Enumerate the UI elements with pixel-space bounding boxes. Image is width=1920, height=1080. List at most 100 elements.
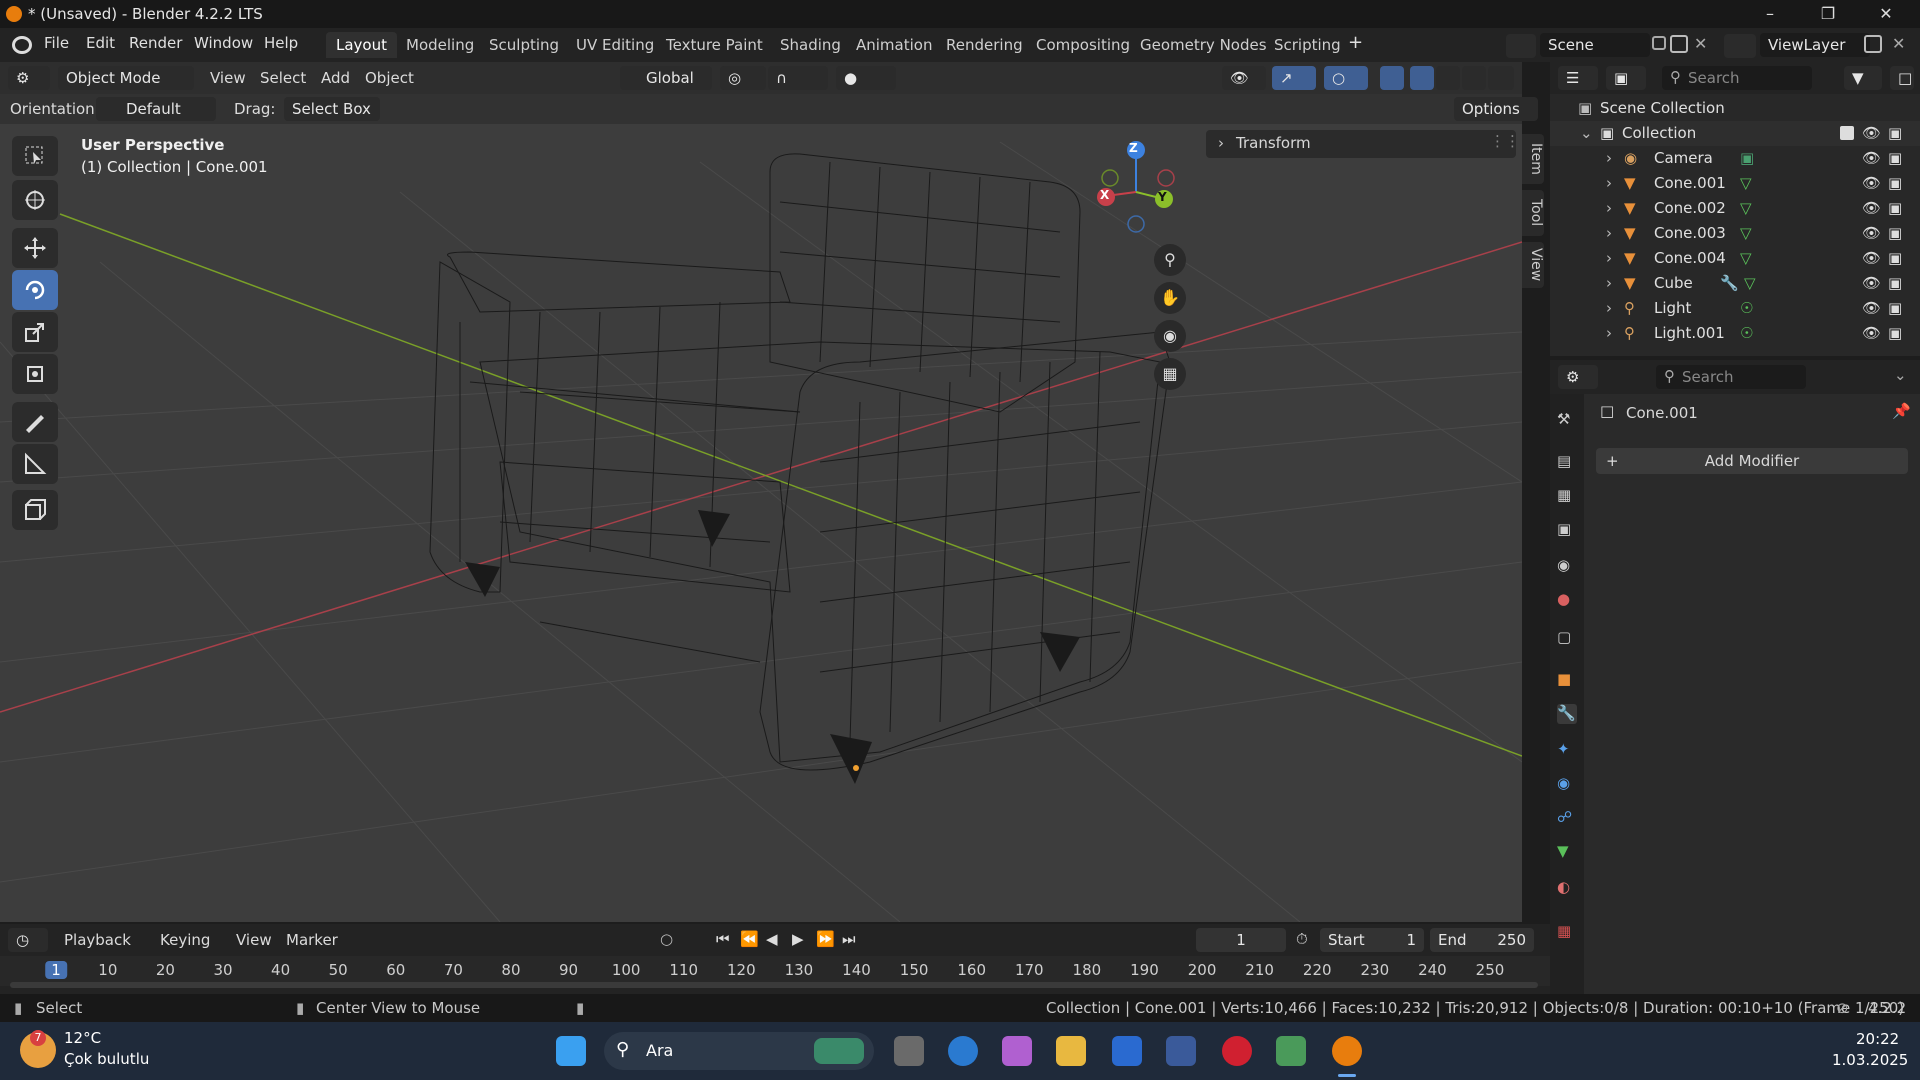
menu-view[interactable]: View	[210, 66, 246, 90]
outliner-collection[interactable]: ⌄ ▣ Collection 👁 ▣	[1550, 121, 1920, 146]
tab-modeling[interactable]: Modeling	[396, 32, 484, 58]
render-camera-icon[interactable]: ▣	[1888, 121, 1902, 146]
render-camera-icon[interactable]: ▣	[1888, 246, 1902, 271]
tab-compositing[interactable]: Compositing	[1026, 32, 1140, 58]
chevron-right-icon[interactable]: ›	[1606, 221, 1612, 246]
view-layer-field[interactable]: ViewLayer	[1760, 33, 1870, 57]
prev-keyframe-icon[interactable]: ⏪	[740, 930, 759, 948]
eye-icon[interactable]: 👁	[1862, 321, 1881, 346]
eye-icon[interactable]: 👁	[1862, 296, 1881, 321]
render-camera-icon[interactable]: ▣	[1888, 321, 1902, 346]
opera-icon[interactable]	[1222, 1036, 1252, 1066]
wireframe-shading-icon[interactable]	[1410, 66, 1434, 90]
data-tab-icon[interactable]: ▼	[1557, 842, 1577, 862]
outliner-item[interactable]: › ⚲ Light.001 ☉ 👁 ▣	[1550, 321, 1920, 346]
gizmo-toggle-icon[interactable]: ↗	[1272, 66, 1316, 90]
rotate-tool[interactable]	[12, 270, 58, 310]
modifier-tab-icon[interactable]: 🔧	[1557, 704, 1577, 724]
copilot-icon[interactable]	[1002, 1036, 1032, 1066]
outliner-item[interactable]: › ▼ Cone.001 ▽ 👁 ▣	[1550, 171, 1920, 196]
zoom-icon[interactable]: ⚲	[1154, 244, 1186, 276]
play-icon[interactable]: ▶	[792, 930, 804, 948]
tab-scripting[interactable]: Scripting	[1264, 32, 1351, 58]
transform-tool[interactable]	[12, 354, 58, 394]
camera-view-icon[interactable]: ◉	[1154, 320, 1186, 352]
transform-panel[interactable]: › Transform ⋮⋮	[1206, 130, 1520, 158]
select-box-tool[interactable]	[12, 136, 58, 176]
gizmo-z-label[interactable]: Z	[1129, 141, 1138, 155]
scene-tab-icon[interactable]: ◉	[1557, 556, 1577, 576]
material-tab-icon[interactable]: ◐	[1557, 878, 1577, 898]
outliner-item[interactable]: › ◉ Camera ▣ 👁 ▣	[1550, 146, 1920, 171]
timeline-scrollbar[interactable]	[10, 982, 1538, 988]
xray-toggle-icon[interactable]	[1380, 66, 1404, 90]
eye-icon[interactable]: 👁	[1862, 221, 1881, 246]
drag-handle-icon[interactable]: ⋮⋮	[1490, 132, 1520, 150]
eye-icon[interactable]: 👁	[1862, 246, 1881, 271]
menu-window[interactable]: Window	[194, 34, 253, 52]
constraints-tab-icon[interactable]: ☍	[1557, 808, 1577, 828]
outliner-item[interactable]: › ▼ Cone.002 ▽ 👁 ▣	[1550, 196, 1920, 221]
editor-type-icon[interactable]: ⚙	[8, 66, 50, 90]
output-tab-icon[interactable]: ▦	[1557, 486, 1577, 506]
tab-geometry-nodes[interactable]: Geometry Nodes	[1130, 32, 1277, 58]
drag-dropdown[interactable]: Select Box	[284, 97, 380, 121]
menu-file[interactable]: File	[44, 34, 69, 52]
scene-name-field[interactable]: Scene	[1540, 33, 1650, 57]
exclude-checkbox[interactable]	[1840, 126, 1854, 140]
options-dropdown[interactable]: Options	[1454, 97, 1538, 121]
texture-tab-icon[interactable]: ▦	[1557, 922, 1577, 942]
chevron-down-icon[interactable]: ⌄	[1580, 121, 1593, 146]
end-frame-field[interactable]: End 250	[1430, 928, 1534, 952]
outliner-item[interactable]: › ⚲ Light ☉ 👁 ▣	[1550, 296, 1920, 321]
add-modifier-button[interactable]: + Add Modifier	[1596, 448, 1908, 474]
proportional-edit-icon[interactable]: ●	[836, 66, 896, 90]
render-camera-icon[interactable]: ▣	[1888, 171, 1902, 196]
play-reverse-icon[interactable]: ◀	[766, 930, 778, 948]
auto-keying-icon[interactable]: ○	[660, 930, 673, 948]
edge-icon[interactable]	[948, 1036, 978, 1066]
display-mode-icon[interactable]: ▣	[1606, 66, 1646, 90]
chevron-right-icon[interactable]: ›	[1606, 196, 1612, 221]
chevron-right-icon[interactable]: ›	[1606, 171, 1612, 196]
windows-start-icon[interactable]	[556, 1036, 586, 1066]
store-icon[interactable]	[1166, 1036, 1196, 1066]
chevron-down-icon[interactable]: ⌄	[1894, 366, 1907, 384]
chevron-right-icon[interactable]: ›	[1606, 246, 1612, 271]
task-view-icon[interactable]	[894, 1036, 924, 1066]
chevron-right-icon[interactable]: ›	[1606, 146, 1612, 171]
add-cube-tool[interactable]	[12, 490, 58, 530]
eye-icon[interactable]: 👁	[1862, 121, 1881, 146]
pivot-point-icon[interactable]: ◎	[720, 66, 766, 90]
timeline-editor-type-icon[interactable]: ◷	[8, 928, 48, 952]
close-button[interactable]: ✕	[1866, 2, 1906, 26]
taskbar-search[interactable]: ⚲ Ara	[604, 1032, 874, 1070]
eye-icon[interactable]: 👁	[1862, 196, 1881, 221]
delete-scene-icon[interactable]: ✕	[1694, 34, 1707, 53]
world-tab-icon[interactable]: ●	[1557, 590, 1577, 610]
menu-keying[interactable]: Keying	[160, 928, 210, 952]
tool-tab-icon[interactable]: ⚒	[1557, 410, 1577, 430]
filter-icon[interactable]: ▼	[1844, 66, 1882, 90]
outlook-icon[interactable]	[1112, 1036, 1142, 1066]
3d-viewport[interactable]: Z X Y ⚲ ✋ ◉ ▦	[0, 62, 1522, 922]
physics-tab-icon[interactable]: ◉	[1557, 774, 1577, 794]
collection-tab-icon[interactable]: ▢	[1557, 628, 1577, 648]
playhead[interactable]: 1	[45, 961, 67, 979]
ntab-view[interactable]: View	[1522, 242, 1544, 288]
particles-tab-icon[interactable]: ✦	[1557, 740, 1577, 760]
view-layer-tab-icon[interactable]: ▣	[1557, 520, 1577, 540]
annotate-tool[interactable]	[12, 402, 58, 442]
eye-icon[interactable]: 👁	[1862, 146, 1881, 171]
gizmo-y-label[interactable]: Y	[1158, 190, 1167, 204]
solid-shading-icon[interactable]	[1436, 66, 1460, 90]
start-frame-field[interactable]: Start 1	[1320, 928, 1424, 952]
render-tab-icon[interactable]: ▤	[1557, 452, 1577, 472]
chevron-right-icon[interactable]: ›	[1606, 321, 1612, 346]
object-tab-icon[interactable]: ■	[1557, 670, 1577, 690]
current-frame-field[interactable]: 1	[1196, 928, 1286, 952]
minimize-button[interactable]: –	[1750, 2, 1790, 26]
jump-start-icon[interactable]: ⏮	[716, 930, 730, 948]
transform-orientation[interactable]: Global	[620, 66, 712, 90]
properties-search-input[interactable]: Search	[1656, 365, 1806, 389]
